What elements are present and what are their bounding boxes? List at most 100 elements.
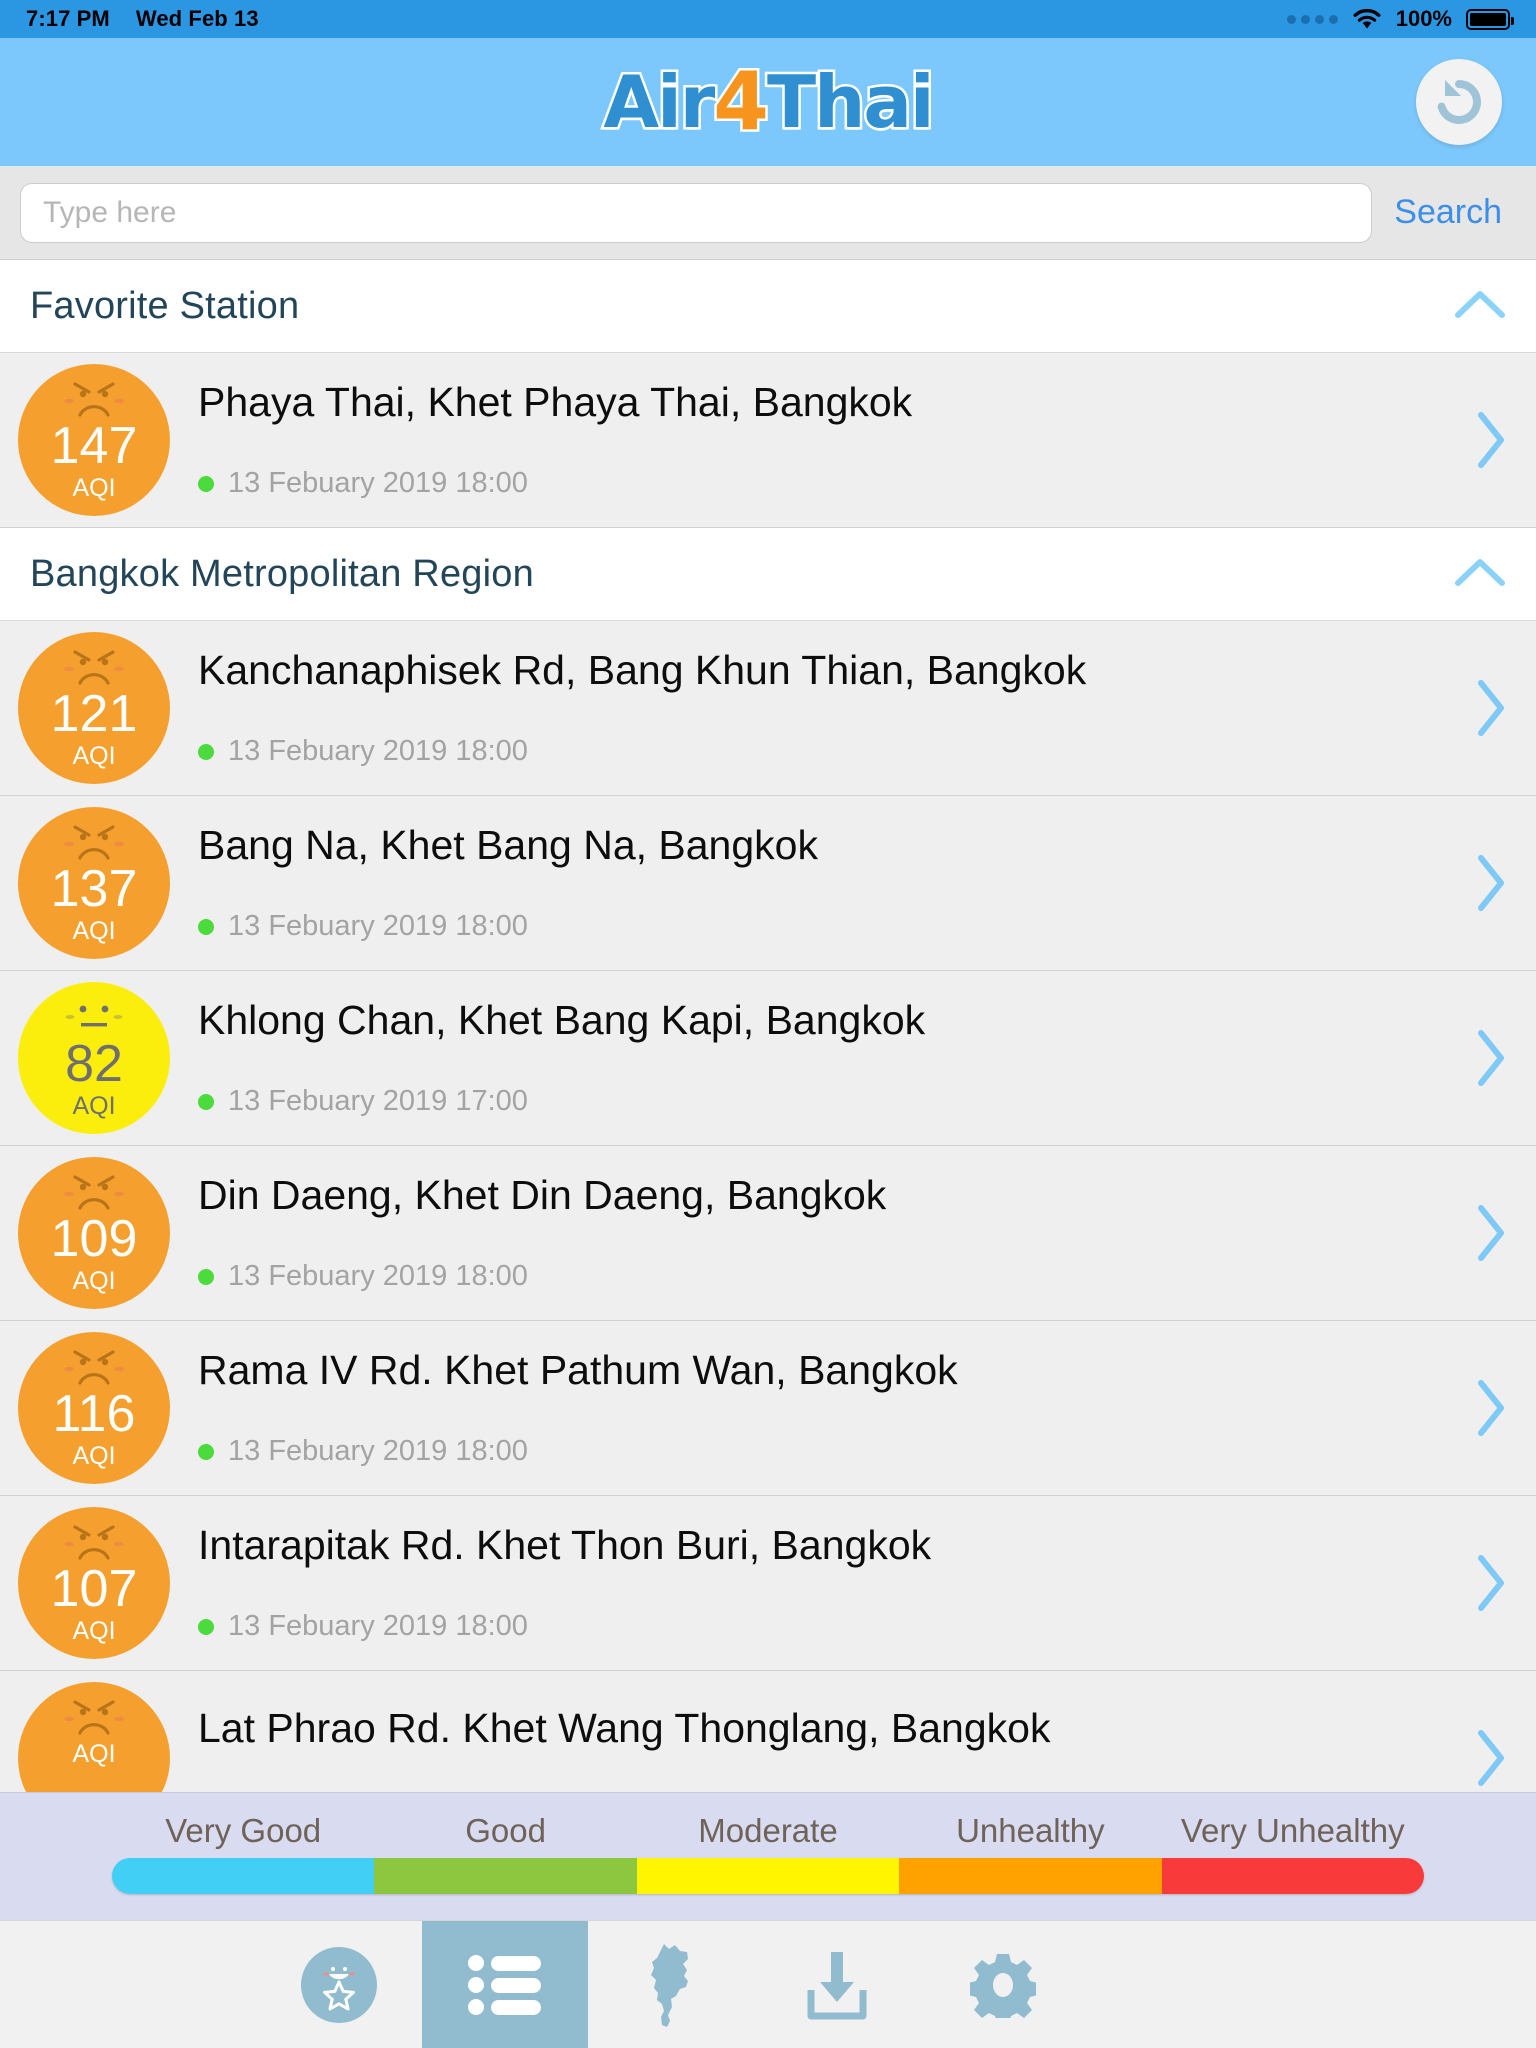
station-list[interactable]: Favorite Station 147 AQI Phaya Thai, Khet P… <box>0 260 1536 1920</box>
tab-list[interactable] <box>422 1921 588 2048</box>
signal-dots-icon <box>1286 14 1338 24</box>
station-detail-chevron[interactable] <box>1446 410 1536 470</box>
refresh-counterclockwise-icon <box>1437 80 1481 124</box>
station-meta: 13 Febuary 2019 18:00 <box>198 1610 1446 1643</box>
chevron-right-icon <box>1478 1030 1504 1086</box>
search-input[interactable] <box>20 182 1373 243</box>
station-row[interactable]: 116 AQI Rama IV Rd. Khet Pathum Wan, Bangk… <box>0 1321 1536 1496</box>
aqi-face-icon <box>56 1171 132 1213</box>
list-icon <box>468 1954 541 2015</box>
station-timestamp: 13 Febuary 2019 18:00 <box>228 1435 528 1468</box>
tab-settings[interactable] <box>920 1921 1086 2048</box>
chevron-right-icon <box>1478 1730 1504 1786</box>
aqi-legend-label: Good <box>465 1811 546 1849</box>
station-detail-chevron[interactable] <box>1446 1028 1536 1088</box>
favorite-smiley-star-icon <box>301 1946 377 2023</box>
station-info: Din Daeng, Khet Din Daeng, Bangkok 13 Feb… <box>170 1157 1446 1309</box>
neutral-face-icon <box>65 1005 123 1027</box>
aqi-face-icon <box>56 1696 132 1738</box>
angry-face-icon <box>64 1350 124 1385</box>
station-meta: 13 Febuary 2019 18:00 <box>198 1435 1446 1468</box>
tab-favorite[interactable] <box>256 1921 422 2048</box>
chevron-up-icon <box>1455 558 1505 586</box>
section-title: Favorite Station <box>30 284 300 327</box>
aqi-face-icon <box>56 378 132 420</box>
section-header[interactable]: Favorite Station <box>0 260 1536 353</box>
aqi-unit-label: AQI <box>72 1092 116 1120</box>
section-title: Bangkok Metropolitan Region <box>30 552 534 595</box>
station-detail-chevron[interactable] <box>1446 1203 1536 1263</box>
station-meta: 13 Febuary 2019 18:00 <box>198 1260 1446 1293</box>
angry-face-icon <box>64 650 124 685</box>
aqi-legend-label: Unhealthy <box>956 1811 1105 1849</box>
station-timestamp: 13 Febuary 2019 18:00 <box>228 467 528 500</box>
station-name: Kanchanaphisek Rd, Bang Khun Thian, Bang… <box>198 646 1087 693</box>
status-dot-icon <box>198 1093 214 1110</box>
station-row[interactable]: 137 AQI Bang Na, Khet Bang Na, Bangkok 13 F… <box>0 796 1536 971</box>
section-collapse-toggle[interactable] <box>1454 555 1506 594</box>
station-name: Rama IV Rd. Khet Pathum Wan, Bangkok <box>198 1346 958 1393</box>
tab-download[interactable] <box>754 1921 920 2048</box>
chevron-right-icon <box>1478 412 1504 468</box>
station-info: Kanchanaphisek Rd, Bang Khun Thian, Bang… <box>170 632 1446 784</box>
gear-icon <box>970 1953 1036 2018</box>
logo-text-four: 4 <box>711 55 772 148</box>
station-info: Rama IV Rd. Khet Pathum Wan, Bangkok 13 F… <box>170 1332 1446 1484</box>
station-name: Lat Phrao Rd. Khet Wang Thonglang, Bangk… <box>198 1705 1051 1752</box>
aqi-badge: 137 AQI <box>18 807 170 959</box>
battery-full-icon <box>1466 8 1514 30</box>
station-row[interactable]: 82 AQI Khlong Chan, Khet Bang Kapi, Bangko… <box>0 971 1536 1146</box>
station-row[interactable]: 121 AQI Kanchanaphisek Rd, Bang Khun Thian… <box>0 621 1536 796</box>
station-row[interactable]: 107 AQI Intarapitak Rd. Khet Thon Buri, Ba… <box>0 1496 1536 1671</box>
app-screen: 7:17 PM Wed Feb 13 100% Air 4 Thai Type … <box>0 0 1536 2048</box>
bottom-tab-bar <box>0 1920 1536 2048</box>
aqi-legend-label: Moderate <box>698 1811 838 1849</box>
chevron-right-icon <box>1478 1205 1504 1261</box>
search-button[interactable]: Search <box>1390 193 1516 232</box>
aqi-badge: 121 AQI <box>18 632 170 784</box>
station-detail-chevron[interactable] <box>1446 1553 1536 1613</box>
thailand-map-icon <box>651 1943 688 2027</box>
aqi-legend-segment <box>112 1857 375 1894</box>
station-row[interactable]: 109 AQI Din Daeng, Khet Din Daeng, Bangkok… <box>0 1146 1536 1321</box>
station-detail-chevron[interactable] <box>1446 678 1536 738</box>
status-dot-icon <box>198 1443 214 1460</box>
battery-percent-label: 100% <box>1395 6 1452 31</box>
station-name: Din Daeng, Khet Din Daeng, Bangkok <box>198 1171 887 1218</box>
refresh-button[interactable] <box>1416 59 1502 145</box>
angry-face-icon <box>64 825 124 860</box>
station-detail-chevron[interactable] <box>1446 853 1536 913</box>
aqi-value: 147 <box>50 417 138 475</box>
chevron-right-icon <box>1478 680 1504 736</box>
angry-face-icon <box>64 1700 124 1735</box>
status-dot-icon <box>198 918 214 935</box>
app-header: Air 4 Thai <box>0 38 1536 166</box>
aqi-unit-label: AQI <box>72 1267 116 1295</box>
station-timestamp: 13 Febuary 2019 18:00 <box>228 1610 528 1643</box>
section-header[interactable]: Bangkok Metropolitan Region <box>0 528 1536 621</box>
section-collapse-toggle[interactable] <box>1454 287 1506 326</box>
chevron-up-icon <box>1455 290 1505 318</box>
download-icon <box>807 1951 867 2019</box>
station-name: Intarapitak Rd. Khet Thon Buri, Bangkok <box>198 1521 932 1568</box>
wifi-icon <box>1352 8 1382 30</box>
status-dot-icon <box>198 475 214 492</box>
station-detail-chevron[interactable] <box>1446 1378 1536 1438</box>
aqi-legend-segment <box>374 1857 637 1894</box>
aqi-legend-labels: Very Good Good Moderate Unhealthy Very Unhea… <box>112 1812 1424 1850</box>
aqi-unit-label: AQI <box>72 1617 116 1645</box>
aqi-face-icon <box>56 1346 132 1388</box>
aqi-face-icon <box>56 821 132 863</box>
aqi-unit-label: AQI <box>72 474 116 502</box>
aqi-legend-bar <box>112 1857 1424 1894</box>
aqi-value: 107 <box>50 1560 138 1618</box>
station-row[interactable]: 147 AQI Phaya Thai, Khet Phaya Thai, Bangk… <box>0 353 1536 528</box>
aqi-face-icon <box>56 996 132 1038</box>
status-dot-icon <box>198 1618 214 1635</box>
station-detail-chevron[interactable] <box>1446 1728 1536 1788</box>
tab-map[interactable] <box>588 1921 754 2048</box>
status-bar-right: 100% <box>1286 6 1514 32</box>
station-meta: 13 Febuary 2019 18:00 <box>198 910 1446 943</box>
station-timestamp: 13 Febuary 2019 18:00 <box>228 1260 528 1293</box>
aqi-badge: 147 AQI <box>18 364 170 516</box>
